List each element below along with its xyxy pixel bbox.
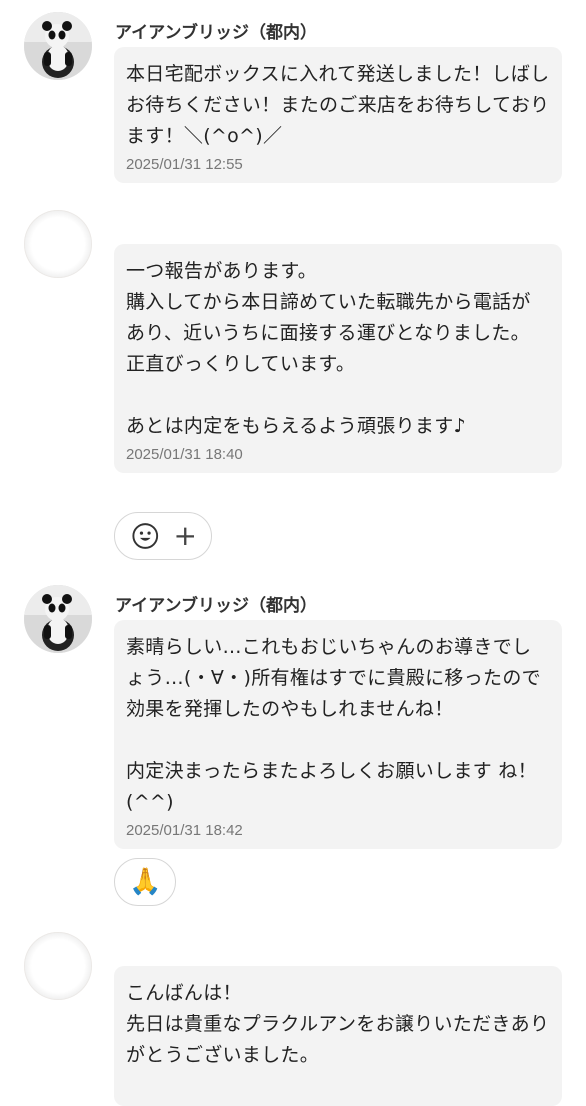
avatar[interactable] xyxy=(24,932,92,1000)
panda-avatar-image xyxy=(24,12,92,80)
message-text: 一つ報告があります。 購入してから本日諦めていた転職先から電話があり、近いうちに… xyxy=(126,260,531,437)
folded-hands-emoji: 🙏 xyxy=(129,867,162,897)
message-bubble: 素晴らしい…これもおじいちゃんのお導きでしょう…(・∀・)所有権はすでに貴殿に移… xyxy=(114,620,562,849)
message-bubble: こんばんは！ 先日は貴重なプラクルアンをお譲りいただきありがとうございました。 xyxy=(114,966,562,1106)
panda-avatar-image xyxy=(24,585,92,653)
message-bubble: 本日宅配ボックスに入れて発送しました！しばしお待ちください！またのご来店をお待ち… xyxy=(114,47,562,183)
message-text: 素晴らしい…これもおじいちゃんのお導きでしょう…(・∀・)所有権はすでに貴殿に移… xyxy=(126,636,541,813)
reaction-badge[interactable]: 🙏 xyxy=(114,858,177,906)
sender-name[interactable]: アイアンブリッジ（都内） xyxy=(115,591,317,616)
message-timestamp: 2025/01/31 18:42 xyxy=(126,822,243,839)
message-timestamp: 2025/01/31 18:40 xyxy=(126,446,243,463)
message-text: 本日宅配ボックスに入れて発送しました！しばしお待ちください！またのご来店をお待ち… xyxy=(126,63,550,147)
avatar[interactable] xyxy=(24,12,92,80)
avatar[interactable] xyxy=(24,585,92,653)
message-bubble: 一つ報告があります。 購入してから本日諦めていた転職先から電話があり、近いうちに… xyxy=(114,244,562,473)
message-text: こんばんは！ 先日は貴重なプラクルアンをお譲りいただきありがとうございました。 xyxy=(126,982,550,1066)
add-reaction-button[interactable]: + xyxy=(114,512,212,560)
avatar[interactable] xyxy=(24,210,92,278)
message-timestamp: 2025/01/31 12:55 xyxy=(126,156,243,173)
plus-icon[interactable]: + xyxy=(174,522,197,550)
smiley-icon[interactable] xyxy=(131,521,160,551)
sender-name[interactable]: アイアンブリッジ（都内） xyxy=(115,18,317,43)
